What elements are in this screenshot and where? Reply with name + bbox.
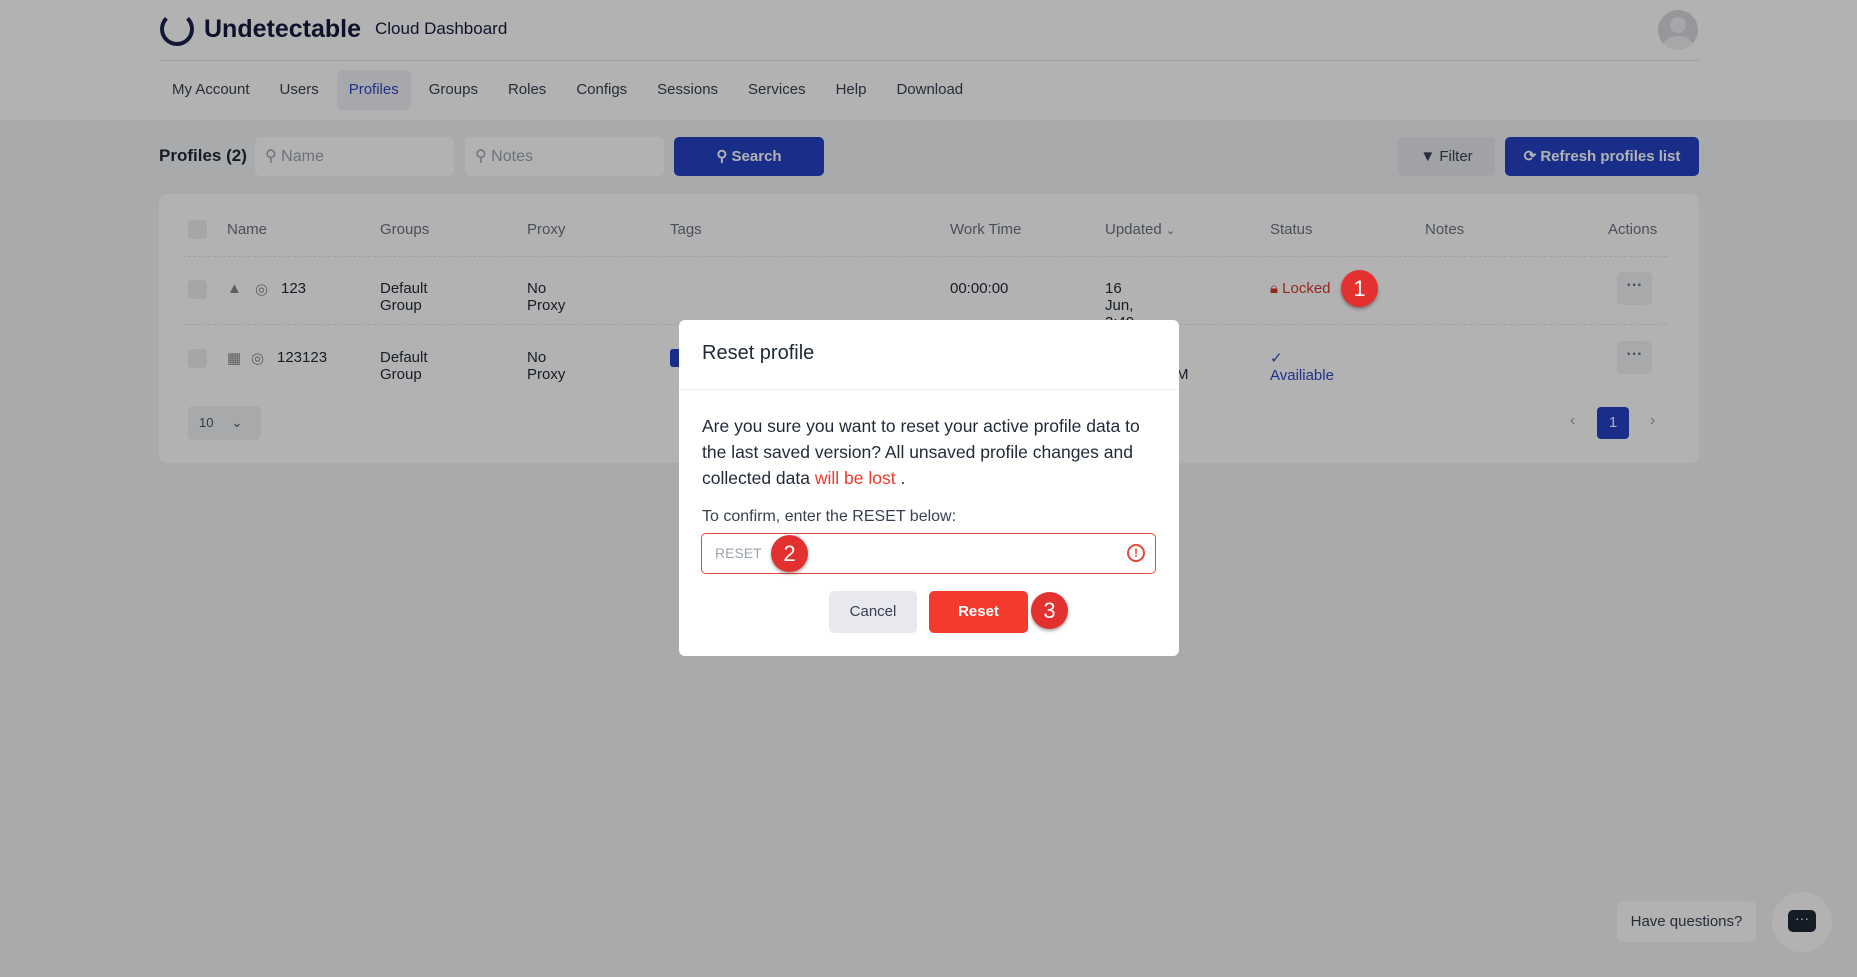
dialog-message: Are you sure you want to reset your acti… (702, 413, 1142, 491)
message-end: . (895, 468, 906, 488)
annotation-badge-1: 1 (1341, 270, 1378, 307)
error-icon: ! (1127, 544, 1145, 562)
reset-profile-dialog: Reset profile Are you sure you want to r… (679, 320, 1179, 656)
divider (679, 389, 1179, 390)
cancel-button[interactable]: Cancel (829, 591, 917, 633)
annotation-badge-2: 2 (771, 535, 808, 572)
annotation-badge-3: 3 (1031, 592, 1068, 629)
confirm-label: To confirm, enter the RESET below: (702, 508, 957, 525)
confirm-input[interactable]: RESET ! (701, 533, 1156, 574)
message-text: Are you sure you want to reset your acti… (702, 416, 1140, 488)
warning-text: will be lost (814, 468, 896, 488)
input-placeholder: RESET (715, 545, 762, 561)
reset-button[interactable]: Reset (929, 591, 1028, 633)
dialog-title: Reset profile (702, 342, 815, 364)
